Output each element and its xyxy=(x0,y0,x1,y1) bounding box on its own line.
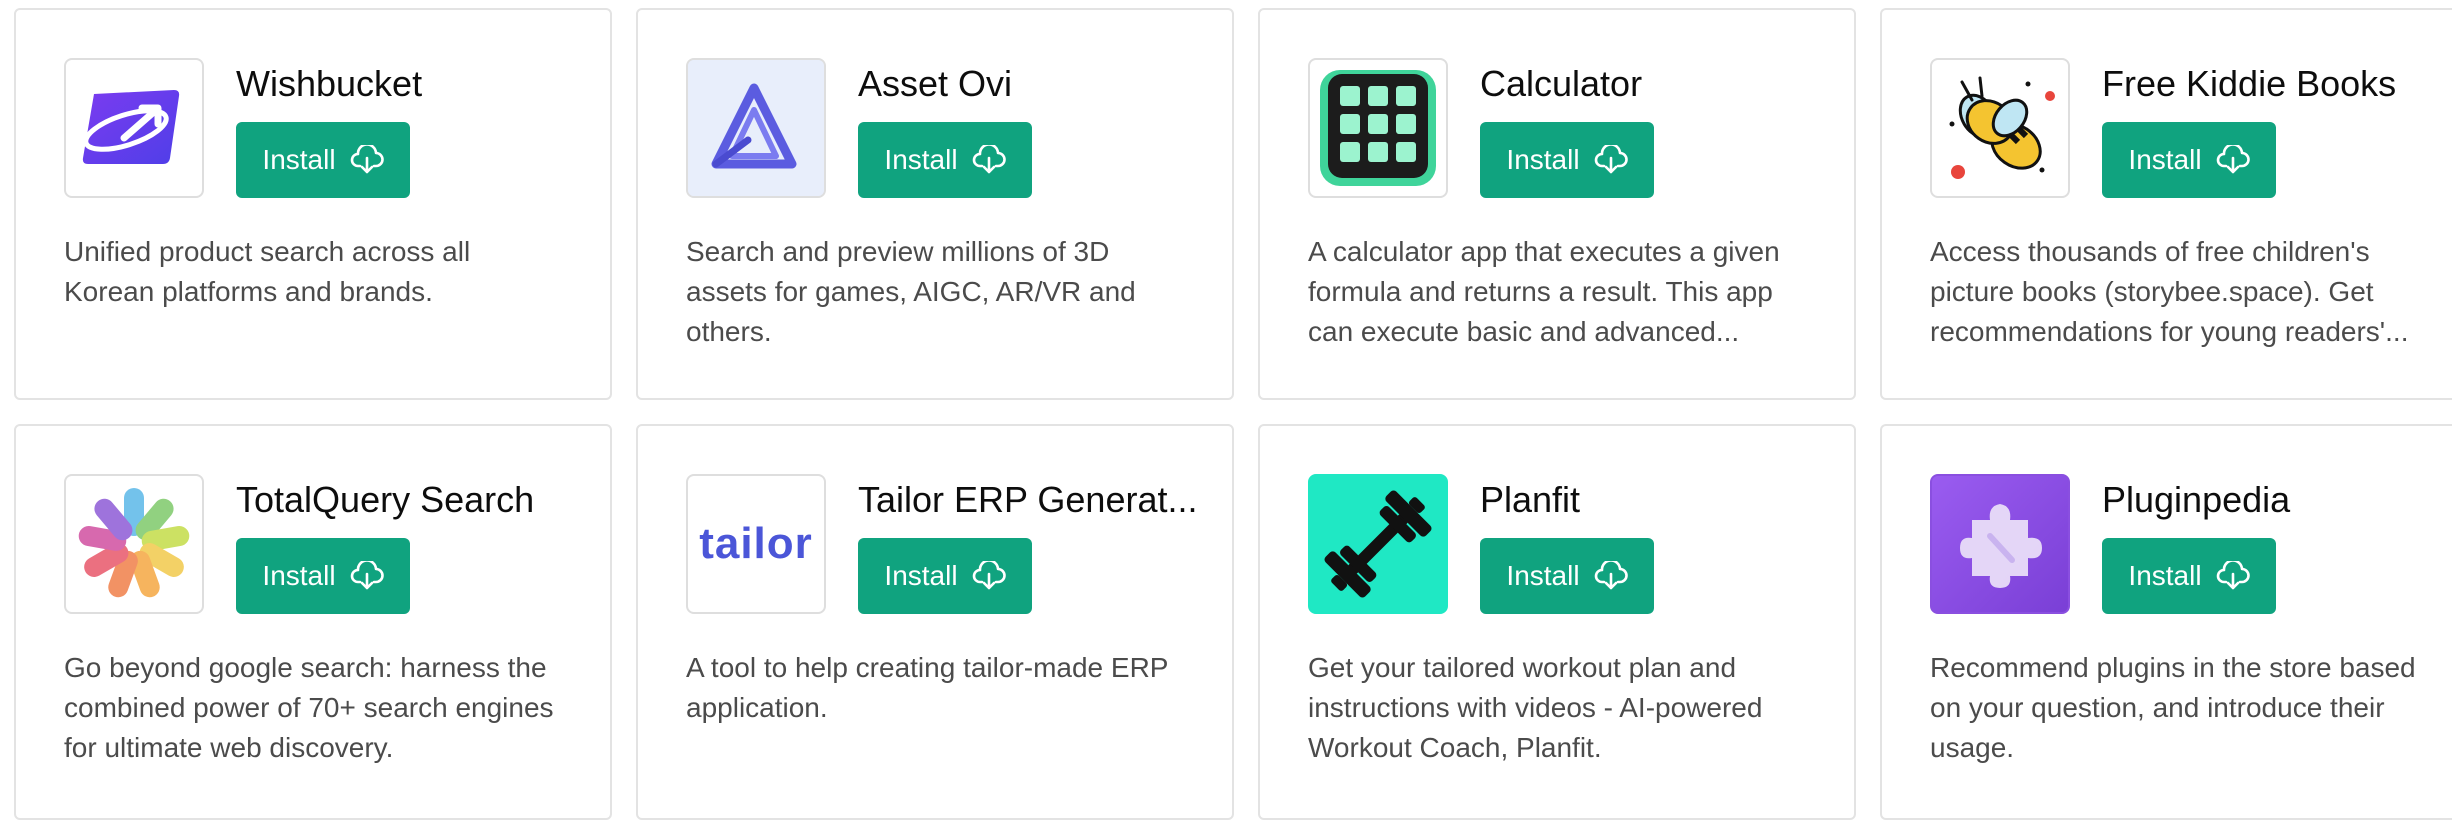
plugin-card-tailor-erp[interactable]: tailor Tailor ERP Generat... Install A t… xyxy=(636,424,1234,820)
description-line: formula and returns a result. This app xyxy=(1308,276,1773,307)
plugin-description: Access thousands of free children's pict… xyxy=(1930,232,2450,352)
description-line: Go beyond google search: harness the xyxy=(64,652,547,683)
description-line: for ultimate web discovery. xyxy=(64,732,394,763)
plugin-title: Asset Ovi xyxy=(858,63,1013,104)
plugin-card-wishbucket[interactable]: Wishbucket Install Unified product searc… xyxy=(14,8,612,400)
install-button[interactable]: Install xyxy=(858,538,1032,614)
plugin-description: Unified product search across all Korean… xyxy=(64,232,584,312)
description-line: Unified product search across all xyxy=(64,236,471,267)
plugin-description: Search and preview millions of 3D assets… xyxy=(686,232,1206,352)
description-line: Workout Coach, Planfit. xyxy=(1308,732,1602,763)
install-label: Install xyxy=(2128,144,2202,175)
asset-ovi-logo-icon xyxy=(686,58,826,198)
description-line: on your question, and introduce their xyxy=(1930,692,2385,723)
install-label: Install xyxy=(262,144,336,175)
description-line: combined power of 70+ search engines xyxy=(64,692,554,723)
plugin-title: Calculator xyxy=(1480,63,1643,104)
description-line: can execute basic and advanced... xyxy=(1308,316,1740,347)
install-label: Install xyxy=(262,560,336,591)
plugin-title: Wishbucket xyxy=(236,63,423,104)
install-label: Install xyxy=(884,144,958,175)
plugin-card-asset-ovi[interactable]: Asset Ovi Install Search and preview mil… xyxy=(636,8,1234,400)
plugin-description: Get your tailored workout plan and instr… xyxy=(1308,648,1828,768)
tailor-wordmark: tailor xyxy=(699,519,813,568)
plugin-card-totalquery-search[interactable]: TotalQuery Search Install Go beyond goog… xyxy=(14,424,612,820)
plugin-card-calculator[interactable]: Calculator Install A calculator app that… xyxy=(1258,8,1856,400)
calculator-logo-icon xyxy=(1308,58,1448,198)
cloud-download-icon xyxy=(1594,145,1628,175)
plugin-description: Go beyond google search: harness the com… xyxy=(64,648,584,768)
install-button[interactable]: Install xyxy=(236,538,410,614)
install-button[interactable]: Install xyxy=(236,122,410,198)
description-line: Get your tailored workout plan and xyxy=(1308,652,1737,683)
cloud-download-icon xyxy=(972,561,1006,591)
wishbucket-logo-icon xyxy=(64,58,204,198)
cloud-download-icon xyxy=(972,145,1006,175)
description-line: Recommend plugins in the store based xyxy=(1930,652,2416,683)
cloud-download-icon xyxy=(2216,145,2250,175)
install-button[interactable]: Install xyxy=(2102,538,2276,614)
puzzle-piece-logo-icon xyxy=(1930,474,2070,614)
plugin-title: TotalQuery Search xyxy=(236,479,535,520)
cloud-download-icon xyxy=(350,145,384,175)
bee-logo-icon xyxy=(1930,58,2070,198)
description-line: Search and preview millions of 3D xyxy=(686,236,1110,267)
description-line: Access thousands of free children's xyxy=(1930,236,2370,267)
description-line: A tool to help creating tailor-made ERP xyxy=(686,652,1169,683)
description-line: recommendations for young readers'... xyxy=(1930,316,2409,347)
description-line: A calculator app that executes a given xyxy=(1308,236,1780,267)
plugin-title: Pluginpedia xyxy=(2102,479,2291,520)
cloud-download-icon xyxy=(1594,561,1628,591)
description-line: usage. xyxy=(1930,732,2015,763)
description-line: picture books (storybee.space). Get xyxy=(1930,276,2374,307)
cloud-download-icon xyxy=(350,561,384,591)
install-label: Install xyxy=(1506,144,1580,175)
description-line: assets for games, AIGC, AR/VR and xyxy=(686,276,1136,307)
install-button[interactable]: Install xyxy=(1480,122,1654,198)
plugin-description: A tool to help creating tailor-made ERP … xyxy=(686,648,1206,728)
description-line: Korean platforms and brands. xyxy=(64,276,433,307)
description-line: instructions with videos - AI-powered xyxy=(1308,692,1763,723)
cloud-download-icon xyxy=(2216,561,2250,591)
plugin-card-planfit[interactable]: Planfit Install Get your tailored workou… xyxy=(1258,424,1856,820)
install-button[interactable]: Install xyxy=(2102,122,2276,198)
description-line: others. xyxy=(686,316,772,347)
tailor-wordmark-logo-icon: tailor xyxy=(686,474,826,614)
install-label: Install xyxy=(884,560,958,591)
plugin-title: Planfit xyxy=(1480,479,1581,520)
dumbbell-logo-icon xyxy=(1308,474,1448,614)
totalquery-flower-logo-icon xyxy=(64,474,204,614)
install-button[interactable]: Install xyxy=(1480,538,1654,614)
plugin-title: Free Kiddie Books xyxy=(2102,63,2397,104)
plugin-title: Tailor ERP Generat... xyxy=(858,479,1198,520)
plugin-card-pluginpedia[interactable]: Pluginpedia Install Recommend plugins in… xyxy=(1880,424,2452,820)
plugin-card-free-kiddie-books[interactable]: Free Kiddie Books Install Access thousan… xyxy=(1880,8,2452,400)
install-button[interactable]: Install xyxy=(858,122,1032,198)
plugin-description: Recommend plugins in the store based on … xyxy=(1930,648,2450,768)
description-line: application. xyxy=(686,692,828,723)
install-label: Install xyxy=(2128,560,2202,591)
plugin-description: A calculator app that executes a given f… xyxy=(1308,232,1828,352)
install-label: Install xyxy=(1506,560,1580,591)
